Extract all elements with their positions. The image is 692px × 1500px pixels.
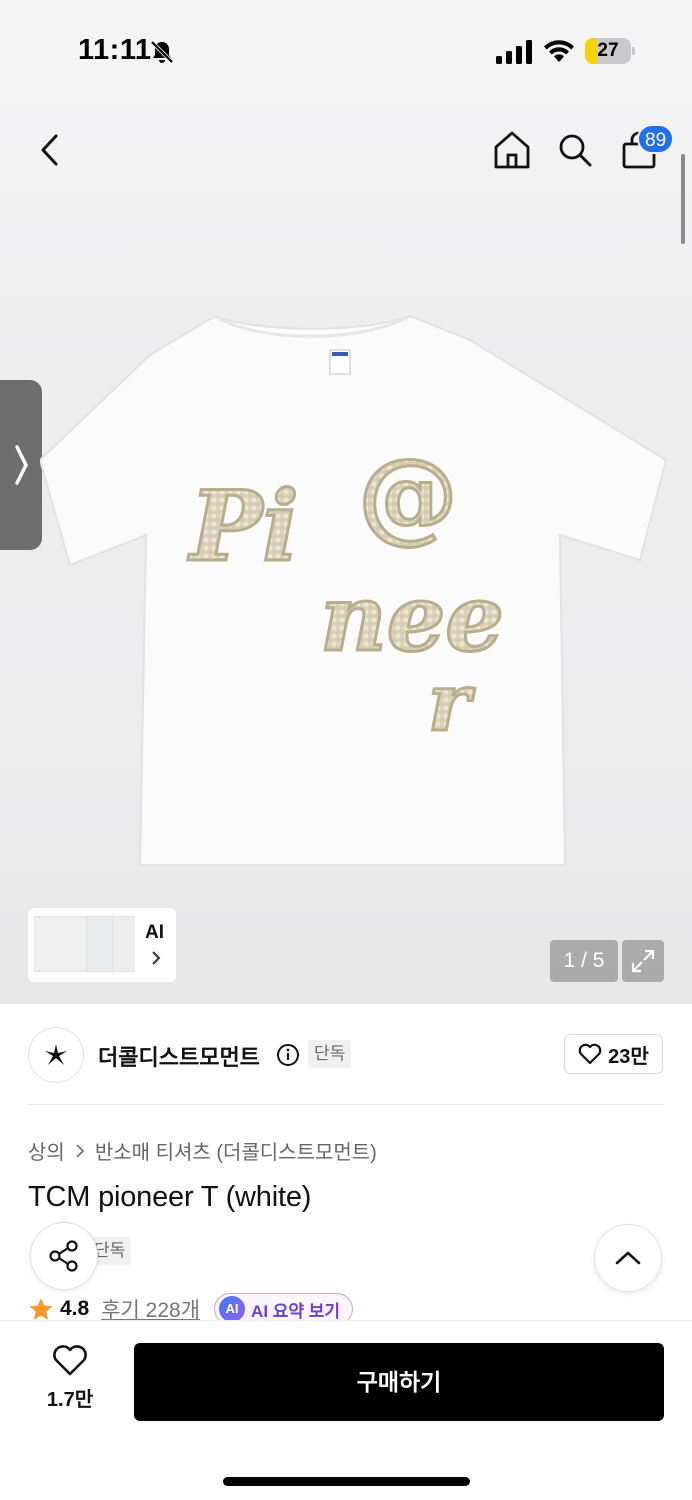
home-indicator bbox=[223, 1477, 470, 1486]
ai-icon: AI bbox=[219, 1296, 246, 1322]
wifi-icon bbox=[544, 40, 574, 62]
bell-slash-icon bbox=[150, 40, 174, 64]
status-bar: 11:11 27 bbox=[0, 0, 692, 100]
cart-count-badge: 89 bbox=[637, 124, 675, 154]
chevron-up-icon bbox=[615, 1251, 641, 1265]
exclusive-badge: 단독 bbox=[308, 1040, 352, 1068]
star-icon bbox=[29, 1298, 53, 1320]
scroll-to-top-button[interactable] bbox=[594, 1224, 662, 1292]
bottom-action-bar: 1.7만 구매하기 bbox=[0, 1320, 692, 1500]
ai-summary-label: AI 요약 보기 bbox=[251, 1301, 341, 1321]
battery-icon: 27 bbox=[585, 38, 635, 64]
info-icon[interactable] bbox=[276, 1043, 300, 1067]
signal-icon bbox=[496, 40, 532, 64]
shirt-print-nee: nee bbox=[320, 564, 504, 672]
product-photo[interactable]: Pi @ nee r bbox=[40, 310, 670, 870]
share-button[interactable] bbox=[30, 1222, 98, 1290]
battery-level: 27 bbox=[597, 40, 619, 61]
rating-value: 4.8 bbox=[60, 1297, 90, 1320]
wishlist-count: 1.7만 bbox=[46, 1389, 94, 1411]
chevron-right-icon bbox=[76, 1143, 85, 1158]
fullscreen-button[interactable] bbox=[622, 940, 664, 982]
share-icon bbox=[49, 1240, 78, 1272]
home-button[interactable] bbox=[490, 126, 534, 174]
divider bbox=[28, 1104, 664, 1105]
chevron-right-icon bbox=[152, 951, 161, 965]
product-title: TCM pioneer T (white) bbox=[28, 1181, 312, 1213]
brand-logo[interactable] bbox=[28, 1027, 84, 1083]
side-panel-tab[interactable] bbox=[0, 380, 42, 550]
scroll-indicator[interactable] bbox=[681, 154, 685, 244]
breadcrumb-item[interactable]: 반소매 티셔츠 (더콜디스트모먼트) bbox=[95, 1136, 377, 1165]
thumbnail-image bbox=[112, 916, 134, 972]
chevron-right-icon bbox=[15, 445, 28, 485]
heart-icon bbox=[578, 1043, 602, 1065]
breadcrumb-item[interactable]: 상의 bbox=[28, 1136, 65, 1165]
shirt-print-p: Pi bbox=[187, 470, 299, 583]
breadcrumb: 상의 반소매 티셔츠 (더콜디스트모먼트) bbox=[28, 1136, 377, 1165]
thumbnail-image bbox=[86, 916, 114, 972]
brand-star-logo-icon bbox=[45, 1044, 67, 1065]
brand-like-count: 23만 bbox=[608, 1045, 649, 1068]
status-time: 11:11 bbox=[78, 34, 152, 66]
page-indicator: 1 / 5 bbox=[550, 940, 618, 982]
home-icon bbox=[494, 131, 530, 169]
product-image-gallery[interactable]: 89 Pi @ nee r AI 1 / 5 bbox=[0, 100, 692, 1004]
buy-button[interactable]: 구매하기 bbox=[134, 1343, 664, 1421]
back-icon bbox=[41, 134, 58, 166]
search-button[interactable] bbox=[553, 126, 597, 174]
expand-icon bbox=[631, 949, 655, 973]
ai-similar-thumbnail[interactable]: AI bbox=[28, 908, 176, 982]
ai-label: AI bbox=[145, 922, 164, 943]
brand-like-button[interactable]: 23만 bbox=[564, 1034, 663, 1074]
back-button[interactable] bbox=[28, 126, 72, 174]
heart-icon bbox=[53, 1345, 87, 1376]
search-icon bbox=[559, 134, 592, 167]
thumbnail-image bbox=[34, 916, 88, 972]
wishlist-button[interactable]: 1.7만 bbox=[30, 1345, 110, 1421]
shirt-print-r: r bbox=[428, 655, 475, 749]
shirt-print-at: @ bbox=[358, 436, 458, 554]
brand-name[interactable]: 더콜디스트모먼트 bbox=[98, 1040, 260, 1072]
